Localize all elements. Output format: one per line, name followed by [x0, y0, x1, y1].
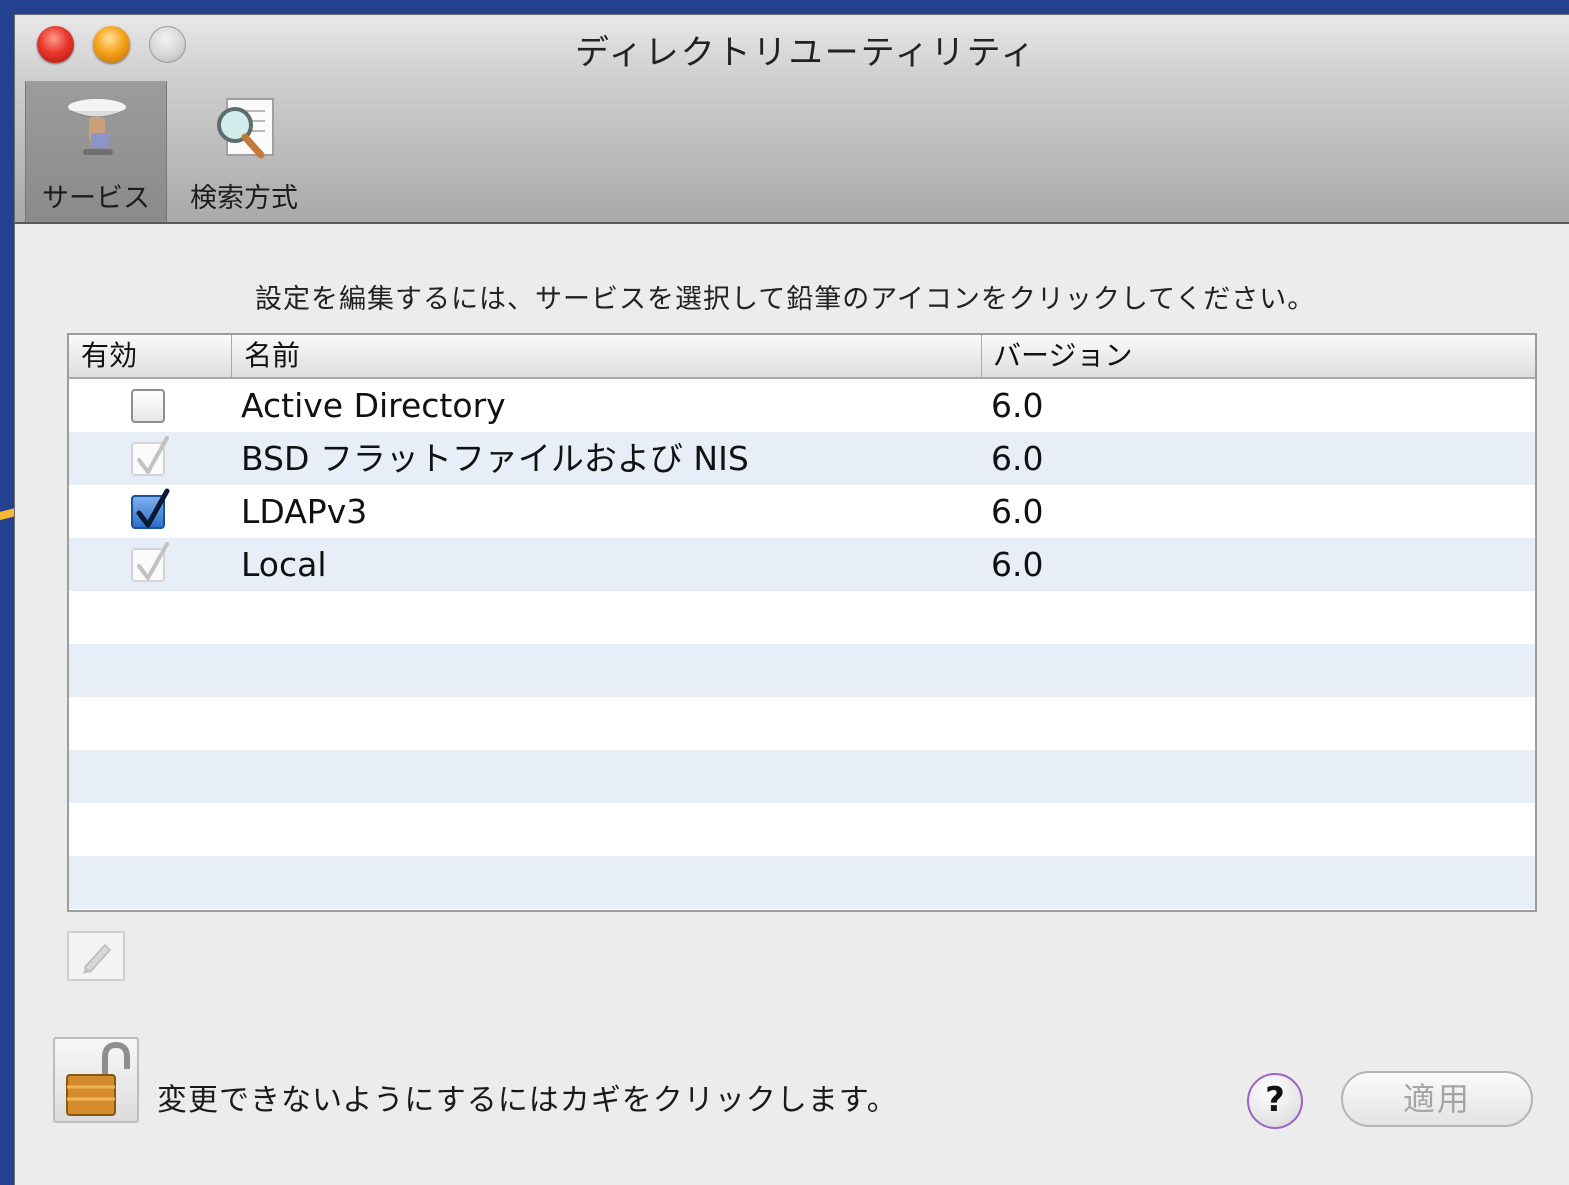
toolbar: ディレクトリユーティリティ サービス 検索方式 — [15, 15, 1569, 224]
table-body: Active Directory 6.0 BSD フラットファイルおよび NIS… — [69, 379, 1535, 910]
table-row[interactable]: BSD フラットファイルおよび NIS 6.0 — [69, 432, 1535, 485]
service-name: BSD フラットファイルおよび NIS — [241, 439, 749, 478]
services-table: 有効 名前 バージョン Active Directory 6.0 BSD フラッ… — [67, 333, 1537, 912]
column-header-version[interactable]: バージョン — [993, 335, 1132, 377]
pencil-icon — [83, 943, 112, 974]
service-version: 6.0 — [991, 545, 1044, 584]
enabled-checkbox[interactable] — [131, 488, 170, 529]
enabled-checkbox[interactable] — [131, 389, 165, 423]
service-version: 6.0 — [991, 492, 1044, 531]
column-divider[interactable] — [981, 335, 982, 377]
service-name: LDAPv3 — [241, 492, 368, 531]
column-header-name[interactable]: 名前 — [244, 335, 300, 377]
table-row-empty — [69, 697, 1535, 750]
lock-instruction-text: 変更できないようにするにはカギをクリックします。 — [157, 1083, 898, 1118]
checkmark-icon — [136, 488, 170, 528]
column-divider[interactable] — [231, 335, 232, 377]
tab-services[interactable]: サービス — [25, 81, 167, 222]
directory-utility-window: ディレクトリユーティリティ サービス 検索方式 設定を編集するには、サービスを選… — [14, 14, 1569, 1185]
table-row-empty — [69, 644, 1535, 697]
search-policy-icon — [217, 98, 274, 159]
apply-button[interactable]: 適用 — [1341, 1071, 1533, 1127]
enabled-checkbox[interactable] — [131, 542, 169, 582]
close-window-button[interactable] — [37, 26, 74, 63]
help-button[interactable]: ? — [1247, 1073, 1303, 1129]
service-version: 6.0 — [991, 439, 1044, 478]
column-header-enabled[interactable]: 有効 — [81, 335, 137, 377]
instruction-text: 設定を編集するには、サービスを選択して鉛筆のアイコンをクリックしてください。 — [255, 284, 1316, 315]
minimize-window-button[interactable] — [93, 26, 130, 63]
checkmark-icon — [137, 542, 169, 580]
enabled-checkbox[interactable] — [131, 436, 169, 476]
unlocked-padlock-icon — [66, 1041, 130, 1116]
tab-search-policy[interactable]: 検索方式 — [173, 81, 315, 222]
service-name: Active Directory — [241, 386, 506, 425]
table-row-empty — [69, 856, 1535, 909]
tab-services-label: サービス — [42, 183, 150, 214]
table-row[interactable]: Local 6.0 — [69, 538, 1535, 591]
service-name: Local — [241, 545, 327, 584]
table-row-empty — [69, 591, 1535, 644]
edit-service-button[interactable] — [67, 931, 125, 981]
tab-search-policy-label: 検索方式 — [190, 183, 298, 214]
table-row[interactable]: Active Directory 6.0 — [69, 379, 1535, 432]
window-title: ディレクトリユーティリティ — [575, 33, 1037, 73]
table-row[interactable]: LDAPv3 6.0 — [69, 485, 1535, 538]
table-header: 有効 名前 バージョン — [69, 335, 1535, 379]
table-row-empty — [69, 750, 1535, 803]
zoom-window-button[interactable] — [149, 26, 186, 63]
table-row-empty — [69, 803, 1535, 856]
lock-button[interactable] — [53, 1037, 139, 1123]
services-icon — [66, 97, 128, 155]
checkmark-icon — [137, 436, 169, 474]
service-version: 6.0 — [991, 386, 1044, 425]
